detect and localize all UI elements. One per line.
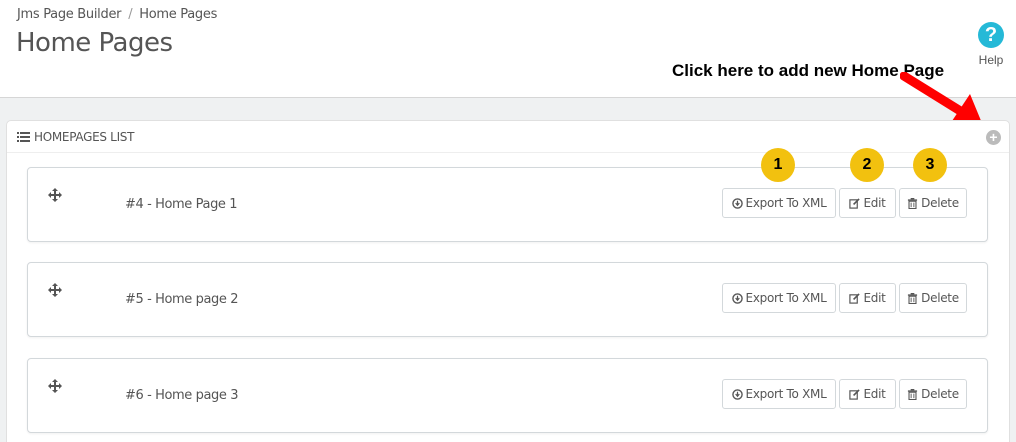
- marker-export: 1: [761, 148, 795, 182]
- add-homepage-button[interactable]: +: [986, 130, 1001, 145]
- export-label: Export To XML: [745, 291, 827, 305]
- list-icon: [17, 132, 30, 142]
- breadcrumb-current: Home Pages: [139, 7, 218, 22]
- breadcrumb: Jms Page Builder / Home Pages: [17, 7, 217, 22]
- edit-icon: [849, 197, 861, 209]
- breadcrumb-parent[interactable]: Jms Page Builder: [17, 7, 121, 22]
- move-icon[interactable]: [48, 379, 62, 393]
- panel-heading: HOMEPAGES LIST +: [7, 121, 1009, 153]
- edit-icon: [849, 388, 861, 400]
- move-icon[interactable]: [48, 283, 62, 297]
- delete-label: Delete: [921, 291, 959, 305]
- edit-label: Edit: [863, 291, 886, 305]
- list-item: #4 - Home Page 1 Export To XML Edit Dele…: [27, 167, 988, 242]
- trash-icon: [908, 197, 918, 209]
- edit-button[interactable]: Edit: [839, 379, 896, 409]
- export-label: Export To XML: [745, 196, 827, 210]
- delete-label: Delete: [921, 196, 959, 210]
- trash-icon: [908, 388, 918, 400]
- homepage-name: #5 - Home page 2: [125, 292, 239, 307]
- download-icon: [731, 388, 743, 400]
- help-button[interactable]: ? Help: [972, 22, 1010, 67]
- help-label: Help: [978, 53, 1004, 67]
- export-label: Export To XML: [745, 387, 827, 401]
- homepage-name: #4 - Home Page 1: [125, 197, 238, 212]
- trash-icon: [908, 292, 918, 304]
- export-xml-button[interactable]: Export To XML: [722, 283, 836, 313]
- page-title: Home Pages: [16, 28, 173, 58]
- edit-button[interactable]: Edit: [839, 188, 896, 218]
- edit-label: Edit: [863, 387, 886, 401]
- edit-label: Edit: [863, 196, 886, 210]
- question-circle-icon[interactable]: ?: [978, 22, 1004, 48]
- delete-button[interactable]: Delete: [899, 283, 967, 313]
- page-header: Jms Page Builder / Home Pages Home Pages ?…: [0, 0, 1016, 98]
- export-xml-button[interactable]: Export To XML: [722, 379, 836, 409]
- edit-icon: [849, 292, 861, 304]
- marker-edit: 2: [850, 148, 884, 182]
- edit-button[interactable]: Edit: [839, 283, 896, 313]
- list-item: #6 - Home page 3 Export To XML Edit Dele…: [27, 358, 988, 433]
- download-icon: [731, 292, 743, 304]
- breadcrumb-separator: /: [128, 7, 133, 22]
- homepage-name: #6 - Home page 3: [125, 388, 239, 403]
- delete-button[interactable]: Delete: [899, 379, 967, 409]
- marker-delete: 3: [913, 148, 947, 182]
- panel-title: HOMEPAGES LIST: [17, 130, 134, 144]
- delete-label: Delete: [921, 387, 959, 401]
- plus-circle-icon[interactable]: +: [989, 129, 997, 145]
- list-item: #5 - Home page 2 Export To XML Edit Dele…: [27, 262, 988, 337]
- panel-title-text: HOMEPAGES LIST: [34, 130, 135, 144]
- delete-button[interactable]: Delete: [899, 188, 967, 218]
- export-xml-button[interactable]: Export To XML: [722, 188, 836, 218]
- download-icon: [731, 197, 743, 209]
- move-icon[interactable]: [48, 188, 62, 202]
